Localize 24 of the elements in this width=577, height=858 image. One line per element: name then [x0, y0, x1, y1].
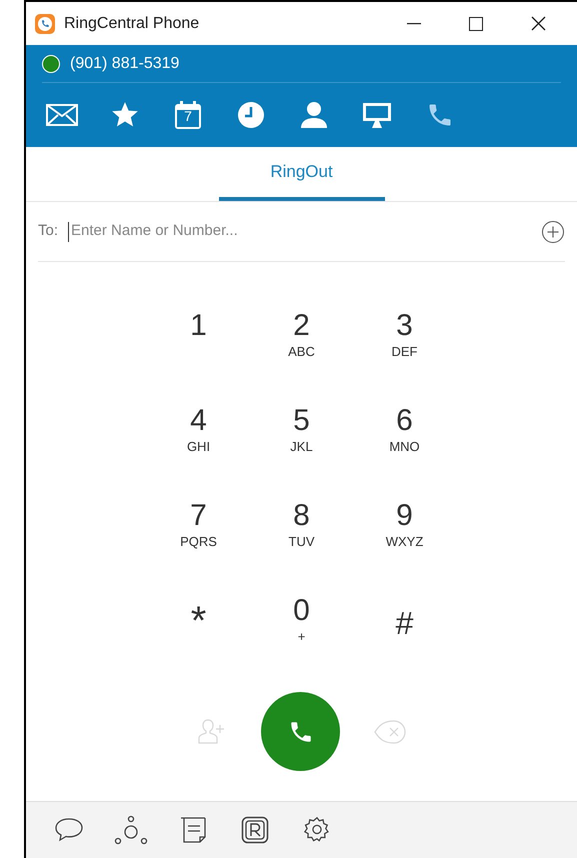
- dial-key[interactable]: 9 WXYZ: [353, 498, 456, 593]
- dial-key[interactable]: 1: [147, 308, 250, 403]
- window-title: RingCentral Phone: [64, 14, 200, 34]
- dial-key[interactable]: 4 GHI: [147, 403, 250, 498]
- to-label: To:: [38, 221, 58, 242]
- maximize-icon: [469, 16, 483, 30]
- close-icon: [530, 16, 546, 31]
- dial-key[interactable]: 0 +: [250, 593, 353, 688]
- dial-key[interactable]: #: [353, 593, 456, 688]
- app-logo-icon: [34, 12, 56, 34]
- dial-key[interactable]: 8 TUV: [250, 498, 353, 593]
- dial-key[interactable]: 3 DEF: [353, 308, 456, 403]
- dial-key[interactable]: 6 MNO: [353, 403, 456, 498]
- tab[interactable]: RingOut: [218, 147, 384, 201]
- phone-number: (901) 881-5319: [70, 54, 180, 74]
- calendar-date: 7: [183, 109, 193, 123]
- minimize-icon: [407, 22, 421, 24]
- dial-key[interactable]: *: [147, 593, 250, 688]
- dial-key[interactable]: 7 PQRS: [147, 498, 250, 593]
- dial-key[interactable]: 5 JKL: [250, 403, 353, 498]
- three-circles-icon[interactable]: [114, 813, 148, 847]
- dial-key[interactable]: 2 ABC: [250, 308, 353, 403]
- recipient-field[interactable]: Enter Name or Number...: [68, 222, 541, 242]
- add-icon[interactable]: [541, 220, 565, 244]
